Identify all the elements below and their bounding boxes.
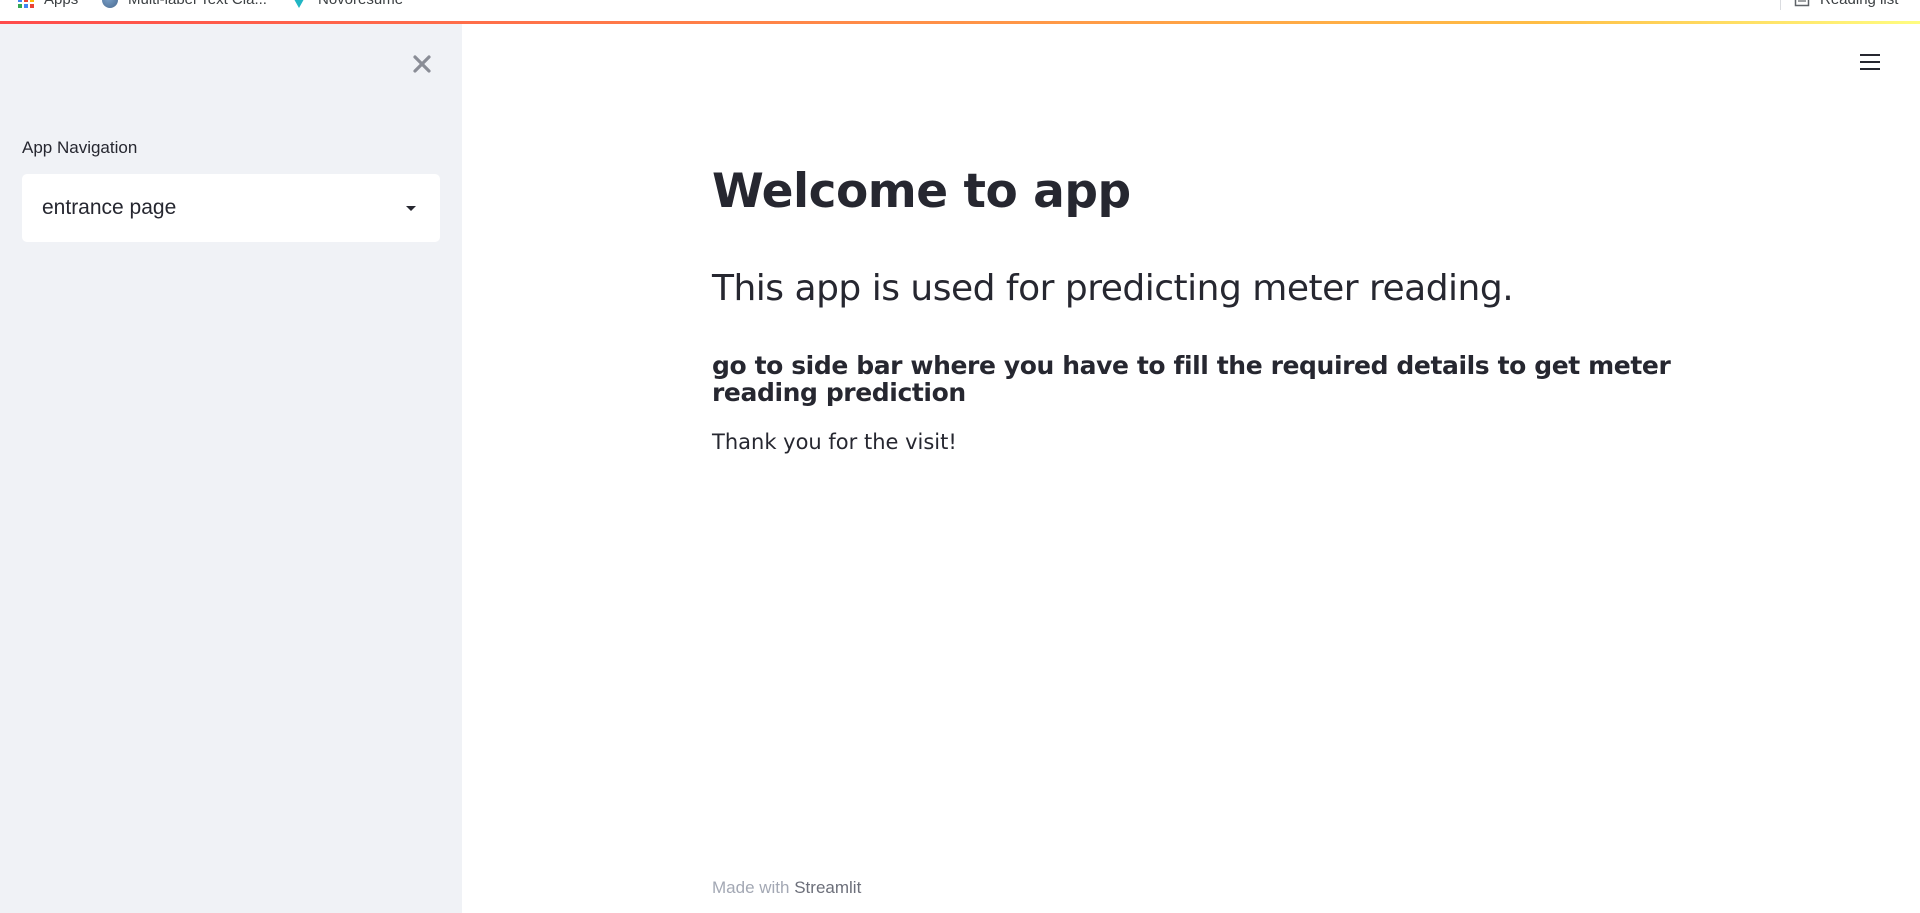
reading-list-button[interactable]: Reading list	[1794, 0, 1898, 8]
chevron-down-icon	[406, 205, 416, 211]
globe-icon	[102, 0, 118, 8]
reading-list-icon	[1794, 0, 1810, 6]
bookmark-label: Multi-label Text Cla...	[128, 0, 267, 8]
reading-list-label: Reading list	[1820, 0, 1898, 8]
page-title: Welcome to app	[712, 164, 1131, 219]
divider	[1780, 0, 1781, 10]
footer-prefix: Made with	[712, 878, 790, 897]
main-menu-button[interactable]	[1852, 44, 1888, 80]
footer: Made with Streamlit	[712, 878, 861, 898]
instructions-text: go to side bar where you have to fill th…	[712, 351, 1671, 407]
apps-grid-icon	[18, 0, 34, 8]
page-subtitle: This app is used for predicting meter re…	[712, 268, 1514, 309]
streamlit-link[interactable]: Streamlit	[794, 878, 861, 897]
app-navigation-label: App Navigation	[22, 138, 138, 157]
close-icon	[413, 55, 431, 73]
bookmark-multilabel[interactable]: Multi-label Text Cla...	[102, 0, 267, 8]
bookmark-label: Apps	[44, 0, 78, 8]
bookmarks-bar: Apps Multi-label Text Cla... Novoresume …	[0, 0, 1920, 21]
thanks-text: Thank you for the visit!	[712, 430, 957, 454]
novoresume-icon	[290, 0, 308, 8]
bookmark-apps[interactable]: Apps	[18, 0, 78, 8]
app-navigation-select[interactable]: entrance page	[22, 174, 440, 242]
hamburger-menu-icon	[1860, 54, 1880, 56]
select-value: entrance page	[42, 196, 177, 219]
bookmark-novoresume[interactable]: Novoresume	[290, 0, 403, 8]
close-sidebar-button[interactable]	[404, 46, 440, 82]
sidebar: App Navigation entrance page	[0, 24, 462, 913]
bookmark-label: Novoresume	[318, 0, 403, 8]
